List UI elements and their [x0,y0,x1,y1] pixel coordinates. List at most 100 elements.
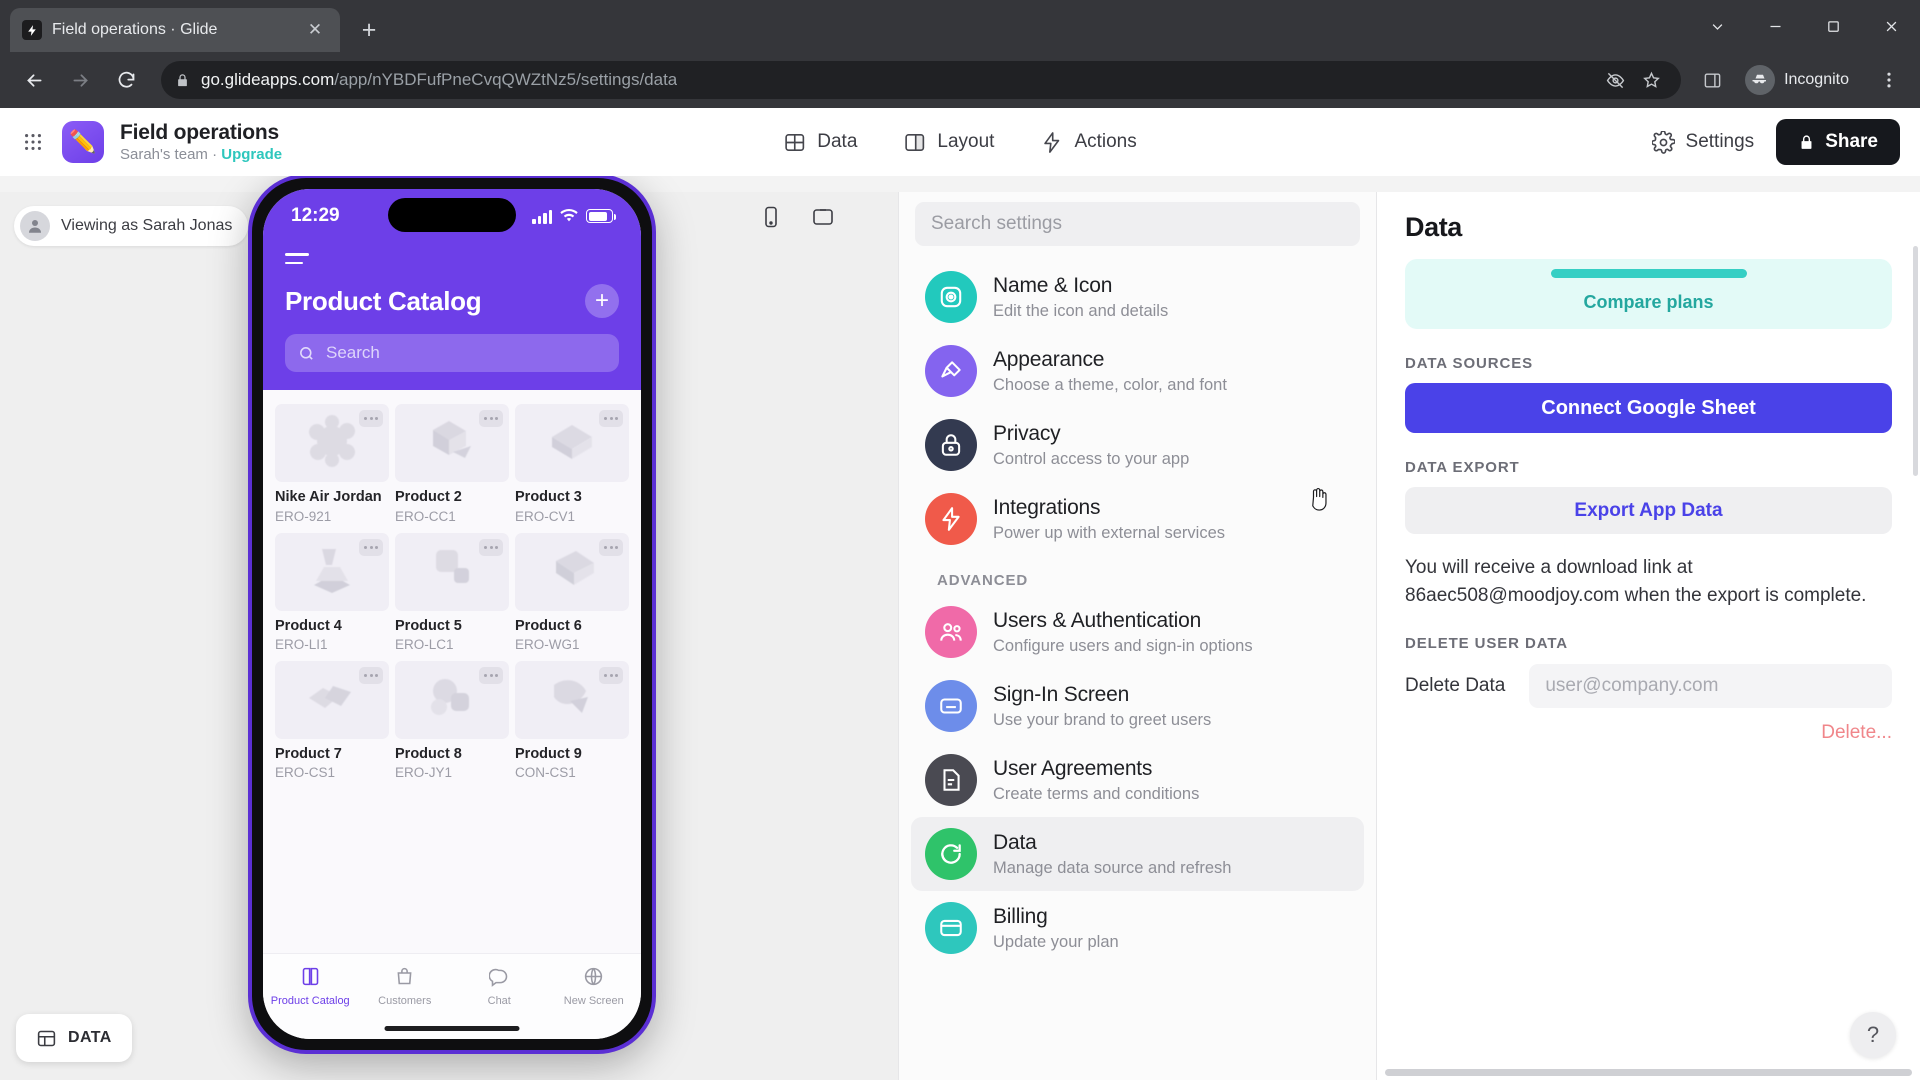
settings-item[interactable]: Privacy Control access to your app [911,408,1364,482]
home-indicator [384,1026,520,1031]
product-card[interactable]: Product 6 ERO-WG1 [515,532,629,652]
settings-item[interactable]: Data Manage data source and refresh [911,817,1364,891]
product-code: ERO-CS1 [275,765,336,781]
phone-search-input[interactable]: Search [285,334,619,373]
bottom-nav-label: Chat [487,995,511,1007]
side-panel-icon[interactable] [1696,64,1728,96]
settings-item-title: Privacy [993,421,1061,445]
tab-actions[interactable]: Actions [1040,131,1137,154]
browser-tab[interactable]: Field operations · Glide ✕ [10,8,340,52]
delete-email-input[interactable]: user@company.com [1529,664,1892,709]
connect-google-sheet-button[interactable]: Connect Google Sheet [1405,383,1892,433]
app-title: Field operations [120,120,279,144]
horizontal-scrollbar[interactable] [1385,1069,1912,1076]
export-app-data-button[interactable]: Export App Data [1405,487,1892,534]
maximize-icon[interactable] [1804,0,1862,52]
app-logo-icon[interactable]: ✏️ [62,121,104,163]
settings-item[interactable]: User Agreements Create terms and conditio… [911,743,1364,817]
product-menu-icon[interactable] [479,666,503,684]
settings-item[interactable]: Name & Icon Edit the icon and details [911,260,1364,334]
product-image-icon [303,672,361,727]
phone-preview-icon[interactable] [754,200,788,234]
product-menu-icon[interactable] [359,666,383,684]
app-header: ✏️ Field operations Sarah's team · Upgra… [0,108,1920,176]
product-name: Product 6 [515,617,582,634]
product-card[interactable]: Product 3 ERO-CV1 [515,404,629,524]
product-card[interactable]: Product 9 CON-CS1 [515,660,629,780]
settings-button[interactable]: Settings [1651,130,1754,154]
product-menu-icon[interactable] [599,538,623,556]
tablet-preview-icon[interactable] [806,200,840,234]
delete-confirm-button[interactable]: Delete... [1405,722,1892,744]
settings-item[interactable]: Users & Authentication Configure users an… [911,595,1364,669]
product-menu-icon[interactable] [479,538,503,556]
compare-plans-link[interactable]: Compare plans [1583,292,1713,312]
share-label: Share [1825,131,1878,152]
new-tab-button[interactable]: + [352,13,386,47]
product-image-icon [423,414,481,473]
product-code: ERO-LC1 [395,636,454,652]
data-button[interactable]: DATA [16,1014,132,1062]
phone-statusbar: 12:29 [263,189,641,243]
product-image-icon [544,415,600,472]
product-menu-icon[interactable] [359,410,383,428]
settings-item-desc: Create terms and conditions [993,784,1200,803]
minimize-icon[interactable] [1746,0,1804,52]
add-item-button[interactable]: + [585,284,619,319]
tracking-protection-icon[interactable] [1599,64,1631,96]
status-time: 12:29 [291,205,340,226]
bookmark-star-icon[interactable] [1635,64,1667,96]
data-panel-title: Data [1405,212,1462,242]
settings-item[interactable]: Billing Update your plan [911,891,1364,965]
product-menu-icon[interactable] [599,666,623,684]
product-card[interactable]: Product 4 ERO-LI1 [275,532,389,652]
tab-close-icon[interactable]: ✕ [302,17,328,43]
settings-item-desc: Manage data source and refresh [993,858,1232,877]
bottom-nav-item[interactable]: Customers [358,966,453,1007]
refresh-icon [925,828,977,880]
address-bar[interactable]: go.glideapps.com/app/nYBDFufPneCvqQWZtNz… [161,61,1682,99]
bottom-nav-item[interactable]: Product Catalog [263,966,358,1007]
browser-menu-icon[interactable] [1872,63,1906,97]
apps-grid-icon[interactable] [20,129,46,155]
product-card[interactable]: Product 8 ERO-JY1 [395,660,509,780]
tab-layout[interactable]: Layout [903,131,994,154]
product-card[interactable]: Nike Air Jordan ERO-921 [275,404,389,524]
menu-icon[interactable] [285,243,619,284]
product-menu-icon[interactable] [479,410,503,428]
product-menu-icon[interactable] [359,538,383,556]
help-button[interactable]: ? [1850,1012,1896,1058]
vertical-scrollbar[interactable] [1913,246,1918,476]
product-card[interactable]: Product 2 ERO-CC1 [395,404,509,524]
forward-button[interactable] [60,60,100,100]
reload-button[interactable] [106,60,146,100]
bottom-nav-item[interactable]: Chat [452,966,547,1007]
back-button[interactable] [14,60,54,100]
minimize-to-tray-icon[interactable] [1688,0,1746,52]
incognito-profile-chip[interactable]: Incognito [1740,61,1863,99]
data-button-label: DATA [68,1029,112,1046]
close-window-icon[interactable] [1862,0,1920,52]
product-card[interactable]: Product 7 ERO-CS1 [275,660,389,781]
product-name: Nike Air Jordan [275,489,382,506]
settings-search-input[interactable]: Search settings [915,202,1360,246]
share-button[interactable]: Share [1776,119,1900,165]
product-card[interactable]: Product 5 ERO-LC1 [395,532,509,652]
browser-toolbar: go.glideapps.com/app/nYBDFufPneCvqQWZtNz… [0,52,1920,108]
settings-item[interactable]: Sign-In Screen Use your brand to greet us… [911,669,1364,743]
phone-topbar: Product Catalog + Search [263,243,641,391]
product-menu-icon[interactable] [599,410,623,428]
settings-item-title: Integrations [993,495,1101,519]
viewing-as-chip[interactable]: Viewing as Sarah Jonas [14,206,249,246]
settings-item-title: Users & Authentication [993,608,1202,632]
tab-data[interactable]: Data [783,131,857,154]
bottom-nav-item[interactable]: New Screen [547,966,642,1007]
upgrade-link[interactable]: Upgrade [221,146,282,163]
app-meta: Field operations Sarah's team · Upgrade [120,120,282,165]
product-name: Product 3 [515,489,582,506]
status-indicators [532,208,616,224]
settings-item[interactable]: Appearance Choose a theme, color, and fon… [911,334,1364,408]
settings-item-text: Users & Authentication Configure users an… [993,608,1253,657]
settings-item[interactable]: Integrations Power up with external servi… [911,482,1364,556]
product-thumbnail [395,532,509,611]
